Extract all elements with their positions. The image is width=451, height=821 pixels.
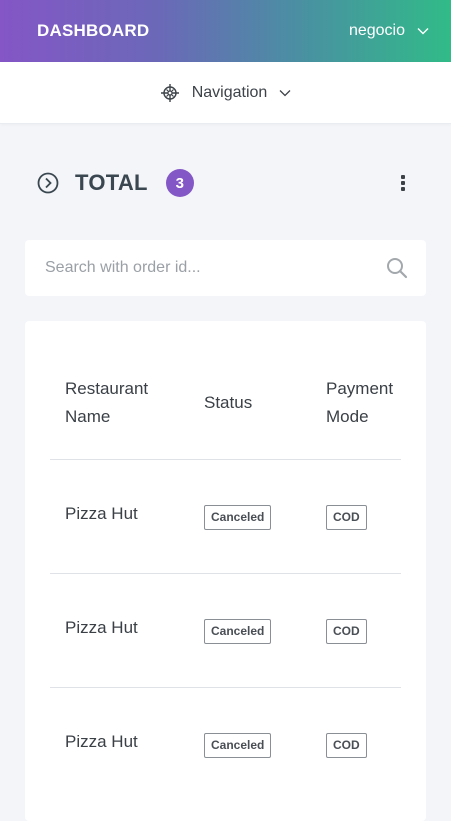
search-box <box>25 240 426 296</box>
chevron-down-icon <box>417 27 429 35</box>
payment-badge: COD <box>326 619 367 644</box>
table-row[interactable]: Pizza Hut Canceled COD <box>50 574 401 688</box>
navigation-toggle[interactable]: Navigation <box>0 62 451 124</box>
more-options-icon[interactable] <box>393 171 413 195</box>
table-header: Restaurant Name Status Payment Mode <box>50 375 401 460</box>
compass-icon <box>160 83 180 103</box>
column-header-status: Status <box>204 393 253 412</box>
restaurant-name: Pizza Hut <box>65 618 138 637</box>
top-header: DASHBOARD negocio <box>0 0 451 62</box>
dashboard-brand[interactable]: DASHBOARD <box>37 21 149 41</box>
status-badge: Canceled <box>204 733 272 758</box>
restaurant-name: Pizza Hut <box>65 732 138 751</box>
payment-badge: COD <box>326 505 367 530</box>
column-header-restaurant: Restaurant Name <box>65 379 149 426</box>
total-title: TOTAL <box>75 170 148 195</box>
table-row[interactable]: Pizza Hut Canceled COD <box>50 460 401 574</box>
table-row[interactable]: Pizza Hut Canceled COD <box>50 688 401 802</box>
chevron-circle-right-icon[interactable] <box>37 172 59 194</box>
total-count-badge: 3 <box>165 169 194 197</box>
chevron-down-icon <box>279 89 291 97</box>
navigation-label: Navigation <box>191 83 268 101</box>
payment-badge: COD <box>326 733 367 758</box>
column-header-payment: Payment Mode <box>326 379 394 426</box>
search-icon[interactable] <box>386 257 408 279</box>
status-badge: Canceled <box>204 619 272 644</box>
user-name: negocio <box>348 22 405 39</box>
status-badge: Canceled <box>204 505 272 530</box>
user-menu[interactable]: negocio <box>349 22 429 40</box>
search-input[interactable] <box>45 259 386 277</box>
restaurant-name: Pizza Hut <box>65 504 138 523</box>
orders-table-card: Restaurant Name Status Payment Mode Pizz… <box>25 321 426 821</box>
total-header: TOTAL 3 <box>0 158 451 208</box>
